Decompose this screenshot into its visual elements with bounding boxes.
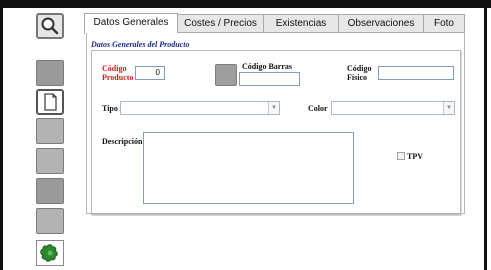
toolbar-button-disabled-4[interactable]	[36, 178, 64, 204]
tipo-label: Tipo	[102, 104, 118, 113]
tpv-checkbox[interactable]	[397, 152, 405, 160]
codigo-producto-label: Código Producto	[102, 64, 134, 82]
tipo-select[interactable]: ▼	[120, 101, 280, 115]
chevron-down-icon: ▼	[443, 102, 454, 114]
descripcion-textarea[interactable]	[143, 132, 354, 204]
tab-datos-generales[interactable]: Datos Generales	[84, 13, 178, 34]
section-title: Datos Generales del Producto	[91, 40, 190, 49]
codigo-barras-input[interactable]	[239, 72, 300, 86]
codigo-fisico-input[interactable]	[378, 66, 454, 80]
color-select[interactable]: ▼	[331, 101, 455, 115]
tpv-label: TPV	[407, 152, 423, 161]
codigo-barras-label: Código Barras	[242, 62, 292, 71]
tab-foto[interactable]: Foto	[423, 14, 465, 33]
tab-existencias[interactable]: Existencias	[263, 14, 339, 33]
chevron-down-icon: ▼	[268, 102, 279, 114]
puzzle-button[interactable]	[36, 240, 64, 266]
toolbar-button-disabled-1[interactable]	[36, 60, 64, 86]
descripcion-label: Descripción	[102, 137, 143, 146]
color-label: Color	[308, 104, 328, 113]
tab-observaciones[interactable]: Observaciones	[338, 14, 424, 33]
puzzle-icon	[40, 244, 58, 262]
codigo-fisico-label: Código Físico	[347, 64, 372, 82]
search-button[interactable]	[36, 13, 64, 39]
codigo-producto-input[interactable]: 0	[135, 66, 165, 80]
toolbar-button-disabled-3[interactable]	[36, 148, 64, 174]
toolbar-button-disabled-5[interactable]	[36, 208, 64, 234]
new-document-button[interactable]	[36, 89, 64, 115]
tab-costes-precios[interactable]: Costes / Precios	[177, 14, 264, 33]
window-top-border	[0, 0, 491, 8]
barcode-button[interactable]	[215, 64, 237, 86]
search-icon	[41, 17, 59, 35]
new-document-icon	[44, 93, 57, 111]
toolbar-button-disabled-2[interactable]	[36, 118, 64, 144]
